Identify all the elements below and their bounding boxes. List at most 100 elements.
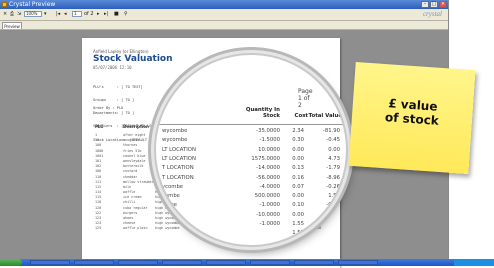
magnified-cell-qty: -1.0000: [259, 202, 280, 209]
magnified-cell-loc: T LOCATION: [162, 174, 194, 181]
magnified-row: 1.55 1.55: [156, 229, 346, 238]
taskbar-button[interactable]: [74, 260, 114, 265]
magnified-cell-total: -1.55: [326, 221, 340, 227]
magnified-header-quantity: Quantity In Stock: [245, 107, 280, 119]
magnified-cell-cost: 0.30: [292, 137, 304, 144]
magnified-cell-cost: 0.00: [292, 193, 304, 200]
next-page-icon[interactable]: ▸: [97, 11, 100, 18]
magnified-cell-total: 1.55: [328, 230, 340, 237]
export-icon[interactable]: ⇲: [17, 11, 21, 18]
magnified-row: LT LOCATION 10.0000 0.00 0.00: [156, 146, 346, 155]
magnified-cell-loc: ycombe: [162, 183, 184, 190]
magnified-cell-total: -0.45: [326, 137, 340, 144]
filter-line: Departments: [ TO ]: [93, 111, 135, 116]
magnified-cell-qty: -56.0000: [256, 174, 280, 181]
magnified-cell-loc: ombe: [162, 202, 178, 209]
taskbar-button[interactable]: [118, 260, 158, 265]
maximize-button[interactable]: □: [430, 1, 438, 8]
search-icon[interactable]: ⚲: [124, 11, 128, 18]
magnified-cell-cost: 0.07: [292, 183, 304, 190]
taskbar-button[interactable]: [294, 260, 334, 265]
magnified-cell-cost: 0.16: [292, 174, 304, 181]
order-by: Order By : PLU: [93, 106, 124, 110]
tab-bar: Preview: [0, 21, 448, 30]
magnified-cell-qty: -4.0000: [259, 183, 280, 190]
magnified-row: mbe -10.0000 0.00 0.00: [156, 211, 346, 220]
magnified-cell-cost: 0.00: [292, 211, 304, 218]
first-page-icon[interactable]: |◂: [56, 11, 60, 18]
minimize-button[interactable]: –: [421, 1, 429, 8]
taskbar-button[interactable]: [250, 260, 290, 265]
report-title: Stock Valuation: [93, 54, 173, 64]
start-button[interactable]: [0, 259, 22, 266]
magnified-cell-loc: mbe: [162, 211, 174, 218]
magnified-cell-qty: 1575.0000: [251, 155, 280, 162]
magnified-cell-cost: 0.10: [292, 202, 304, 209]
taskbar-button[interactable]: [206, 260, 246, 265]
last-page-icon[interactable]: ▸|: [104, 11, 108, 18]
crystal-logo: crystal: [422, 10, 442, 18]
magnified-cell-cost: 0.13: [292, 165, 304, 172]
magnified-cell-loc: T LOCATION: [162, 165, 194, 172]
magnified-cell-loc: LT LOCATION: [162, 146, 196, 153]
magnified-cell-qty: 500.0000: [254, 193, 280, 200]
column-header-description: Description: [123, 124, 149, 129]
taskbar-button[interactable]: [30, 260, 70, 265]
magnified-cell-cost: 0.00: [292, 146, 304, 153]
magnified-cell-cost: 0.00: [292, 155, 304, 162]
window-title: Crystal Preview: [9, 1, 56, 8]
magnified-cell-qty: -10.0000: [256, 211, 280, 218]
magnified-cell-cost: 1.55: [292, 230, 304, 237]
magnified-row: wycombe -1.5000 0.30 -0.45: [156, 136, 346, 145]
magnified-row: T LOCATION -14.0000 0.13 -1.79: [156, 164, 346, 173]
taskbar-button[interactable]: [162, 260, 202, 265]
magnified-cell-qty: -35.0000: [256, 128, 280, 134]
tab-preview[interactable]: Preview: [2, 22, 22, 29]
magnified-cell-loc: LT LOCATION: [162, 155, 196, 162]
filter-line: PLU's : [ TO TEST]: [93, 84, 143, 89]
magnified-header-total: Total Value: [308, 113, 342, 119]
close-button[interactable]: ×: [439, 1, 447, 8]
close-preview-icon[interactable]: ×: [3, 11, 7, 18]
zoom-select[interactable]: 100%: [24, 11, 42, 17]
print-icon[interactable]: ⎙: [10, 11, 14, 18]
magnified-row: combe 500.0000 0.00 1.55: [156, 192, 346, 201]
magnified-row: LT LOCATION 1575.0000 0.00 4.73: [156, 155, 346, 164]
magnified-cell-qty: -14.0000: [256, 165, 280, 172]
magnified-cell-total: -1.79: [326, 165, 340, 172]
taskbar: [0, 259, 494, 266]
magnified-cell-qty: 10.0000: [258, 146, 280, 153]
magnified-cell-total: -8.96: [326, 174, 340, 181]
magnified-row: ombe -1.0000 0.10 -0.10: [156, 201, 346, 210]
zoom-dropdown-icon[interactable]: ▾: [44, 11, 47, 18]
report-date: 05/07/2006 12:10: [93, 65, 132, 70]
magnified-cell-qty: -1.5000: [259, 137, 280, 144]
filter-line: Groups : [ TO ]: [93, 98, 135, 103]
stop-icon[interactable]: ■: [114, 11, 119, 18]
magnified-cell-total: 4.73: [328, 155, 340, 162]
column-header-plu: PLU: [95, 124, 104, 129]
page-number-input[interactable]: 1: [72, 11, 82, 17]
magnified-cell-total: 0.00: [328, 146, 340, 153]
taskbar-button[interactable]: [338, 260, 378, 265]
table-cell-desc: waffle plain: [123, 226, 148, 231]
magnified-row: wycombe -35.0000 2.34 -81.90: [156, 127, 346, 136]
magnified-cell-total: 1.55: [328, 193, 340, 200]
magnified-row: T LOCATION -56.0000 0.16 -8.96: [156, 174, 346, 183]
magnified-cell-total: -0.10: [326, 202, 340, 209]
page-count-label: of 2: [84, 11, 94, 17]
system-tray: [454, 259, 494, 266]
previous-page-icon[interactable]: ◂: [64, 11, 67, 18]
magnified-cell-loc: be: [162, 221, 169, 227]
magnified-header-cost: Cost: [294, 113, 308, 119]
magnified-cell-total: -0.26: [326, 183, 340, 190]
toolbar: × ⎙ ⇲ 100% ▾ |◂ ◂ 1 of 2 ▸ ▸| ■ ⚲ crysta…: [0, 9, 448, 21]
magnified-cell-loc: wycombe: [162, 137, 188, 144]
magnified-cell-loc: combe: [162, 193, 180, 200]
magnifier-lens: Page 1 of 2 Quantity In Stock Cost Total…: [154, 53, 348, 247]
magnified-cell-loc: wycombe: [162, 128, 188, 134]
magnified-cell-total: 0.00: [328, 211, 340, 218]
app-icon: [2, 2, 7, 7]
title-bar: Crystal Preview – □ ×: [0, 0, 448, 9]
magnified-page-label: Page 1 of 2: [298, 88, 313, 109]
